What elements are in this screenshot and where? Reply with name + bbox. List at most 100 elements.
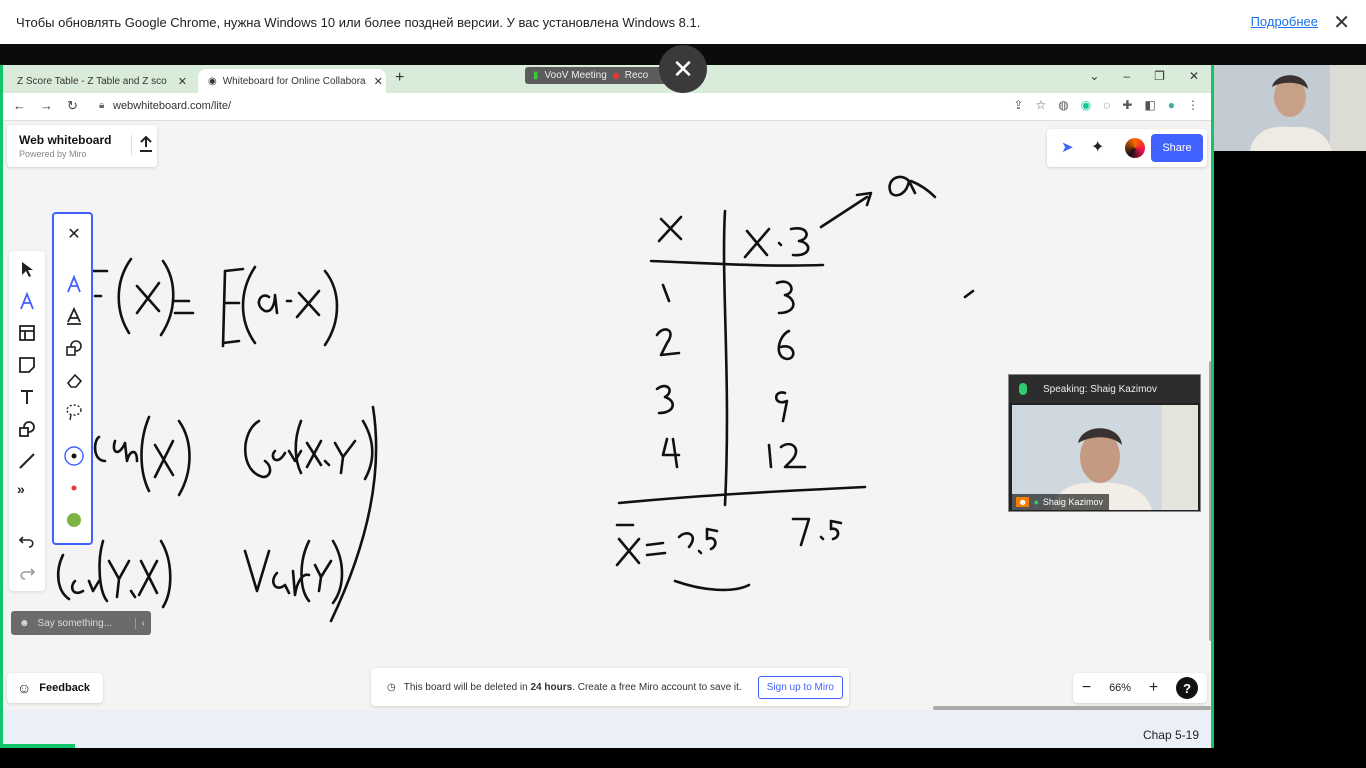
puzzle-icon[interactable]: ✚: [1122, 98, 1132, 112]
speaker-name-tag: ☻ ● Shaig Kazimov: [1012, 494, 1109, 510]
presenter-figure: [1214, 65, 1366, 151]
text-icon[interactable]: [17, 387, 37, 407]
back-icon[interactable]: ←: [13, 98, 26, 114]
lasso-icon[interactable]: [64, 402, 84, 422]
nav-buttons: ← → ↻: [13, 98, 78, 114]
tab-close-icon[interactable]: ✕: [170, 75, 187, 88]
redo-icon[interactable]: [17, 563, 37, 583]
pen-tool-icon[interactable]: [64, 274, 84, 294]
share-button[interactable]: Share: [1151, 134, 1203, 162]
address-bar: ← → ↻ 🔒︎ webwhiteboard.com/lite/ ⇪ ☆ ◍ ◉…: [3, 93, 1211, 121]
undo-icon[interactable]: [17, 531, 37, 551]
vertical-scrollbar[interactable]: [1209, 361, 1211, 641]
feedback-label: Feedback: [39, 682, 91, 694]
help-button[interactable]: ?: [1176, 677, 1199, 699]
select-cursor-icon[interactable]: [17, 259, 37, 279]
extension-icon[interactable]: ◍: [1058, 98, 1068, 112]
notice-close-icon[interactable]: ✕: [1333, 10, 1350, 35]
celebrate-icon[interactable]: ✦: [1091, 137, 1104, 157]
menu-kebab-icon[interactable]: ⋮: [1187, 98, 1199, 112]
speaker-video-panel[interactable]: Speaking: Shaig Kazimov ☻ ● Shaig Kazimo…: [1008, 374, 1201, 512]
line-icon[interactable]: [17, 451, 37, 471]
zoom-controls: − 66% + ?: [1073, 673, 1207, 703]
meeting-pill[interactable]: ▮ VooV Meeting Reco: [525, 67, 675, 84]
feedback-button[interactable]: ☺ Feedback: [7, 673, 103, 703]
bookmark-star-icon[interactable]: ☆: [1035, 98, 1046, 112]
tab-label: Z Score Table - Z Table and Z sco: [17, 75, 167, 87]
learn-more-link[interactable]: Подробнее: [1251, 14, 1318, 29]
globe-icon: ◉: [208, 75, 217, 87]
zoom-in-button[interactable]: +: [1149, 679, 1158, 697]
emoji-icon[interactable]: ☻: [19, 618, 30, 629]
app-title: Web whiteboard: [19, 133, 112, 147]
window-close-icon[interactable]: ✕: [1189, 69, 1199, 83]
delete-notice-suffix: . Create a free Miro account to save it.: [572, 681, 742, 693]
meeting-name: VooV Meeting: [544, 70, 607, 81]
pen-color-red-swatch[interactable]: [64, 478, 84, 498]
browser-tabstrip: Z Score Table - Z Table and Z sco ✕ ◉ Wh…: [3, 65, 1211, 93]
cursor-follow-icon[interactable]: ➤: [1061, 138, 1074, 156]
collapse-chevron-icon[interactable]: ‹: [134, 617, 145, 629]
tab-whiteboard[interactable]: ◉ Whiteboard for Online Collabora ✕: [198, 69, 386, 93]
highlighter-icon[interactable]: [64, 306, 84, 326]
app-subtitle: Powered by Miro: [19, 149, 87, 159]
speaking-label: Speaking: Shaig Kazimov: [1043, 383, 1157, 395]
side-panel-icon[interactable]: ◧: [1144, 98, 1155, 112]
pen-color-green-swatch[interactable]: [64, 510, 84, 530]
frame-accent: [3, 744, 75, 748]
sign-up-button[interactable]: Sign up to Miro: [757, 675, 843, 699]
record-icon: [612, 72, 619, 79]
pen-options-panel: ✕: [52, 212, 93, 545]
pen-color-black-swatch[interactable]: [64, 446, 84, 466]
new-tab-button[interactable]: +: [395, 69, 404, 87]
eraser-icon[interactable]: [64, 370, 84, 390]
whiteboard-canvas[interactable]: Web whiteboard Powered by Miro ➤ ✦ Share…: [3, 121, 1211, 748]
collab-toolbar: ➤ ✦ Share: [1047, 129, 1207, 167]
record-label: Reco: [624, 70, 649, 81]
presenter-camera-tile[interactable]: [1214, 65, 1366, 151]
window-controls: ⌄ – ❐ ✕: [1089, 69, 1199, 83]
upload-icon[interactable]: [131, 135, 152, 155]
pen-icon[interactable]: [17, 291, 37, 311]
template-icon[interactable]: [17, 323, 37, 343]
chevron-down-icon[interactable]: ⌄: [1089, 69, 1099, 83]
board-delete-banner: ◷ This board will be deleted in 24 hours…: [371, 668, 849, 706]
forward-icon[interactable]: →: [40, 98, 53, 114]
more-tools-icon[interactable]: »: [17, 481, 37, 501]
mic-icon: [1019, 383, 1027, 395]
tab-z-score[interactable]: Z Score Table - Z Table and Z sco ✕: [7, 69, 197, 93]
say-placeholder: Say something...: [37, 617, 113, 629]
zoom-level[interactable]: 66%: [1109, 682, 1131, 694]
chat-bubble-icon: ☺: [17, 680, 32, 696]
update-notice-text: Чтобы обновлять Google Chrome, нужна Win…: [16, 14, 701, 30]
clock-icon: ◷: [387, 681, 396, 693]
zoom-out-button[interactable]: −: [1082, 679, 1091, 697]
extension-icon[interactable]: ◌: [1103, 98, 1110, 112]
left-toolbar: »: [9, 251, 45, 591]
extension-icons: ⇪ ☆ ◍ ◉ ◌ ✚ ◧ ● ⋮: [1013, 98, 1199, 112]
mic-icon: ●: [1033, 497, 1039, 507]
speaking-header: Speaking: Shaig Kazimov: [1009, 375, 1200, 403]
shapes-icon[interactable]: [17, 419, 37, 439]
brand-panel: Web whiteboard Powered by Miro: [7, 125, 157, 167]
share-page-icon[interactable]: ⇪: [1013, 98, 1023, 112]
grammarly-icon[interactable]: ◉: [1081, 98, 1091, 112]
restore-icon[interactable]: ❐: [1154, 69, 1165, 83]
sticky-note-icon[interactable]: [17, 355, 37, 375]
tab-close-icon[interactable]: ✕: [366, 75, 383, 88]
user-avatar[interactable]: [1125, 138, 1145, 158]
speaker-name: Shaig Kazimov: [1042, 497, 1103, 507]
stop-share-close-button[interactable]: ✕: [659, 45, 707, 93]
user-icon: ☻: [1016, 497, 1030, 507]
speaker-video: ☻ ● Shaig Kazimov: [1012, 405, 1198, 510]
url-field[interactable]: webwhiteboard.com/lite/: [113, 100, 231, 112]
reload-icon[interactable]: ↻: [67, 98, 78, 114]
tab-label: Whiteboard for Online Collabora: [222, 75, 366, 87]
profile-icon[interactable]: ●: [1168, 98, 1175, 112]
say-something-input[interactable]: ☻ Say something... ‹: [11, 611, 151, 635]
signal-icon: ▮: [533, 70, 539, 81]
close-icon[interactable]: ✕: [64, 224, 84, 244]
smart-drawing-icon[interactable]: [64, 338, 84, 358]
minimize-icon[interactable]: –: [1123, 69, 1130, 83]
lock-icon: 🔒︎: [99, 100, 105, 111]
